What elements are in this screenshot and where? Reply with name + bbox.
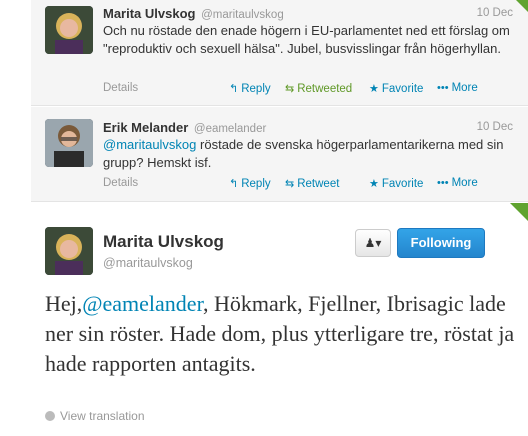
reply-arrow-icon: ↰	[229, 83, 239, 95]
user-dropdown-icon: ♟▾	[364, 236, 382, 250]
retweeted-corner-icon	[516, 0, 528, 12]
tweet-text: Och nu röstade den enade högern i EU-par…	[103, 23, 510, 56]
globe-icon	[45, 411, 55, 421]
avatar[interactable]	[45, 6, 93, 54]
reply-button[interactable]: ↰ Reply	[229, 82, 271, 95]
timestamp[interactable]: 10 Dec	[477, 121, 513, 133]
mention-link[interactable]: @maritaulvskog	[103, 137, 196, 152]
tweet-text-start: Hej,	[45, 291, 83, 316]
timestamp[interactable]: 10 Dec	[477, 7, 513, 19]
avatar[interactable]	[45, 227, 93, 275]
favorite-button[interactable]: ★ Favorite	[369, 177, 423, 190]
more-button[interactable]: ••• More	[437, 82, 478, 94]
tweet-text: Hej,@eamelander, Hökmark, Fjellner, Ibri…	[45, 289, 515, 379]
expanded-tweet: Marita Ulvskog @maritaulvskog ♟▾ Followi…	[31, 203, 528, 436]
tweet-item[interactable]: Erik Melander @eamelander 10 Dec @marita…	[31, 107, 528, 202]
tweet-header: Erik Melander @eamelander 10 Dec	[103, 120, 513, 135]
ellipsis-icon: •••	[437, 177, 449, 189]
view-translation-link[interactable]: View translation	[45, 409, 145, 423]
details-link[interactable]: Details	[103, 177, 138, 189]
retweet-icon: ⇆	[285, 83, 295, 95]
retweet-icon: ⇆	[285, 178, 295, 190]
details-link[interactable]: Details	[103, 82, 138, 94]
mention-link[interactable]: @eamelander	[82, 291, 203, 316]
retweet-button[interactable]: ⇆ Retweeted	[285, 82, 352, 95]
username[interactable]: @maritaulvskog	[201, 9, 284, 21]
username[interactable]: @maritaulvskog	[103, 256, 193, 270]
fullname[interactable]: Marita Ulvskog	[103, 6, 195, 21]
tweet-item[interactable]: Marita Ulvskog @maritaulvskog 10 Dec Och…	[31, 0, 528, 106]
tweet-header: Marita Ulvskog @maritaulvskog 10 Dec	[103, 6, 513, 21]
user-actions-button[interactable]: ♟▾	[355, 229, 391, 257]
reply-arrow-icon: ↰	[229, 178, 239, 190]
fullname[interactable]: Marita Ulvskog	[103, 232, 224, 252]
fullname[interactable]: Erik Melander	[103, 120, 188, 135]
reply-button[interactable]: ↰ Reply	[229, 177, 271, 190]
avatar[interactable]	[45, 119, 93, 167]
ellipsis-icon: •••	[437, 82, 449, 94]
username[interactable]: @eamelander	[194, 123, 266, 135]
following-button[interactable]: Following	[397, 228, 485, 258]
favorite-button[interactable]: ★ Favorite	[369, 82, 423, 95]
tweet-text: @maritaulvskog röstade de svenska högerp…	[103, 136, 515, 172]
retweet-button[interactable]: ⇆ Retweet	[285, 177, 339, 190]
more-button[interactable]: ••• More	[437, 177, 478, 189]
star-icon: ★	[369, 178, 379, 190]
star-icon: ★	[369, 83, 379, 95]
retweeted-corner-icon	[510, 203, 528, 221]
